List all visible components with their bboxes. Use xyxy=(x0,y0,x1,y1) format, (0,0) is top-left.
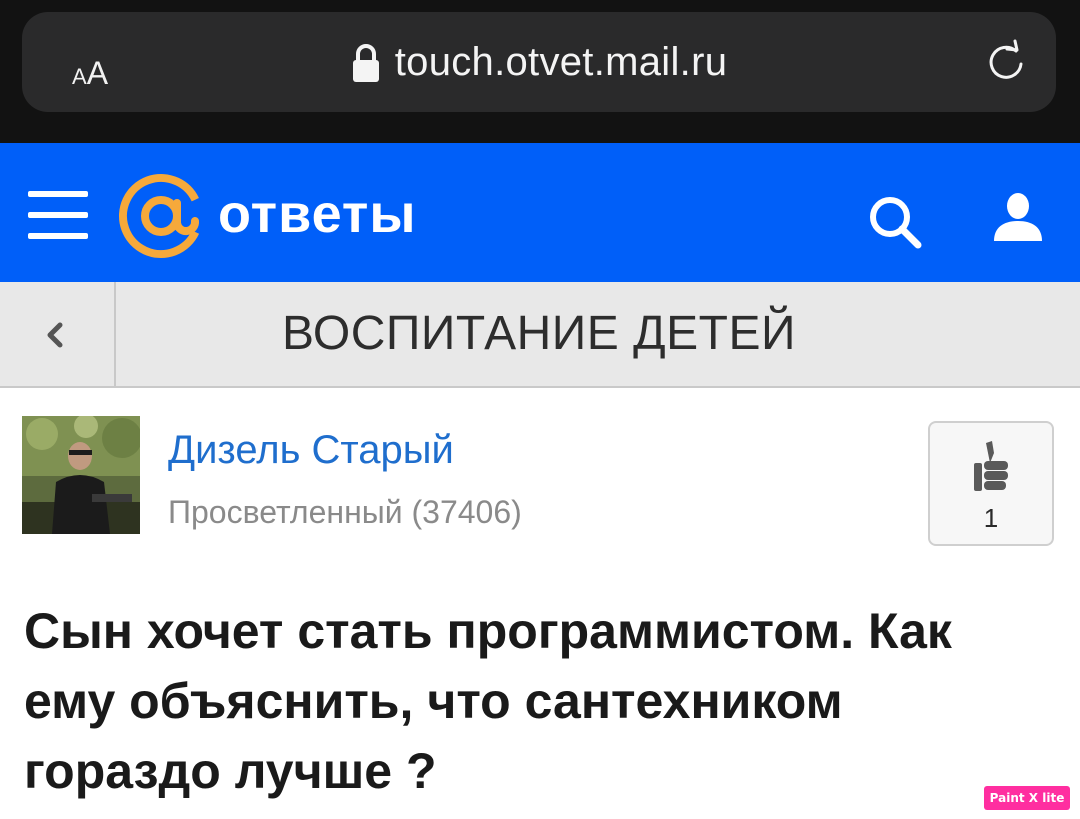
hamburger-menu-icon[interactable] xyxy=(28,191,88,239)
address-bar[interactable]: AA touch.otvet.mail.ru xyxy=(22,12,1056,112)
question-title: Сын хочет стать программистом. Как ему о… xyxy=(24,603,952,799)
search-icon[interactable] xyxy=(862,189,926,253)
site-header: ответы xyxy=(0,143,1080,282)
thumbs-up-icon xyxy=(974,441,1008,491)
url-text[interactable]: touch.otvet.mail.ru xyxy=(395,40,728,85)
category-bar: ВОСПИТАНИЕ ДЕТЕЙ xyxy=(0,282,1080,388)
back-button[interactable] xyxy=(0,282,116,386)
text-size-small-a: A xyxy=(72,64,87,89)
watermark-badge: Paint X lite xyxy=(984,786,1070,810)
text-size-button[interactable]: AA xyxy=(72,48,108,98)
avatar-photo xyxy=(22,416,140,534)
like-button[interactable]: 1 xyxy=(928,421,1054,546)
text-size-large-a: A xyxy=(86,55,109,91)
author-rank: Просветленный (37406) xyxy=(168,494,522,530)
logo-text[interactable]: ответы xyxy=(218,179,416,249)
browser-toolbar: AA touch.otvet.mail.ru xyxy=(0,0,1080,143)
lock-icon xyxy=(352,44,379,82)
reload-icon[interactable] xyxy=(982,38,1030,86)
like-count: 1 xyxy=(983,503,999,533)
url-display: touch.otvet.mail.ru xyxy=(22,12,1056,112)
user-icon[interactable] xyxy=(990,189,1046,245)
author-avatar[interactable] xyxy=(22,416,140,534)
category-title[interactable]: ВОСПИТАНИЕ ДЕТЕЙ xyxy=(118,282,960,386)
chevron-left-icon xyxy=(47,322,63,348)
author-name[interactable]: Дизель Старый xyxy=(168,428,454,473)
logo-at-icon[interactable] xyxy=(116,171,206,261)
